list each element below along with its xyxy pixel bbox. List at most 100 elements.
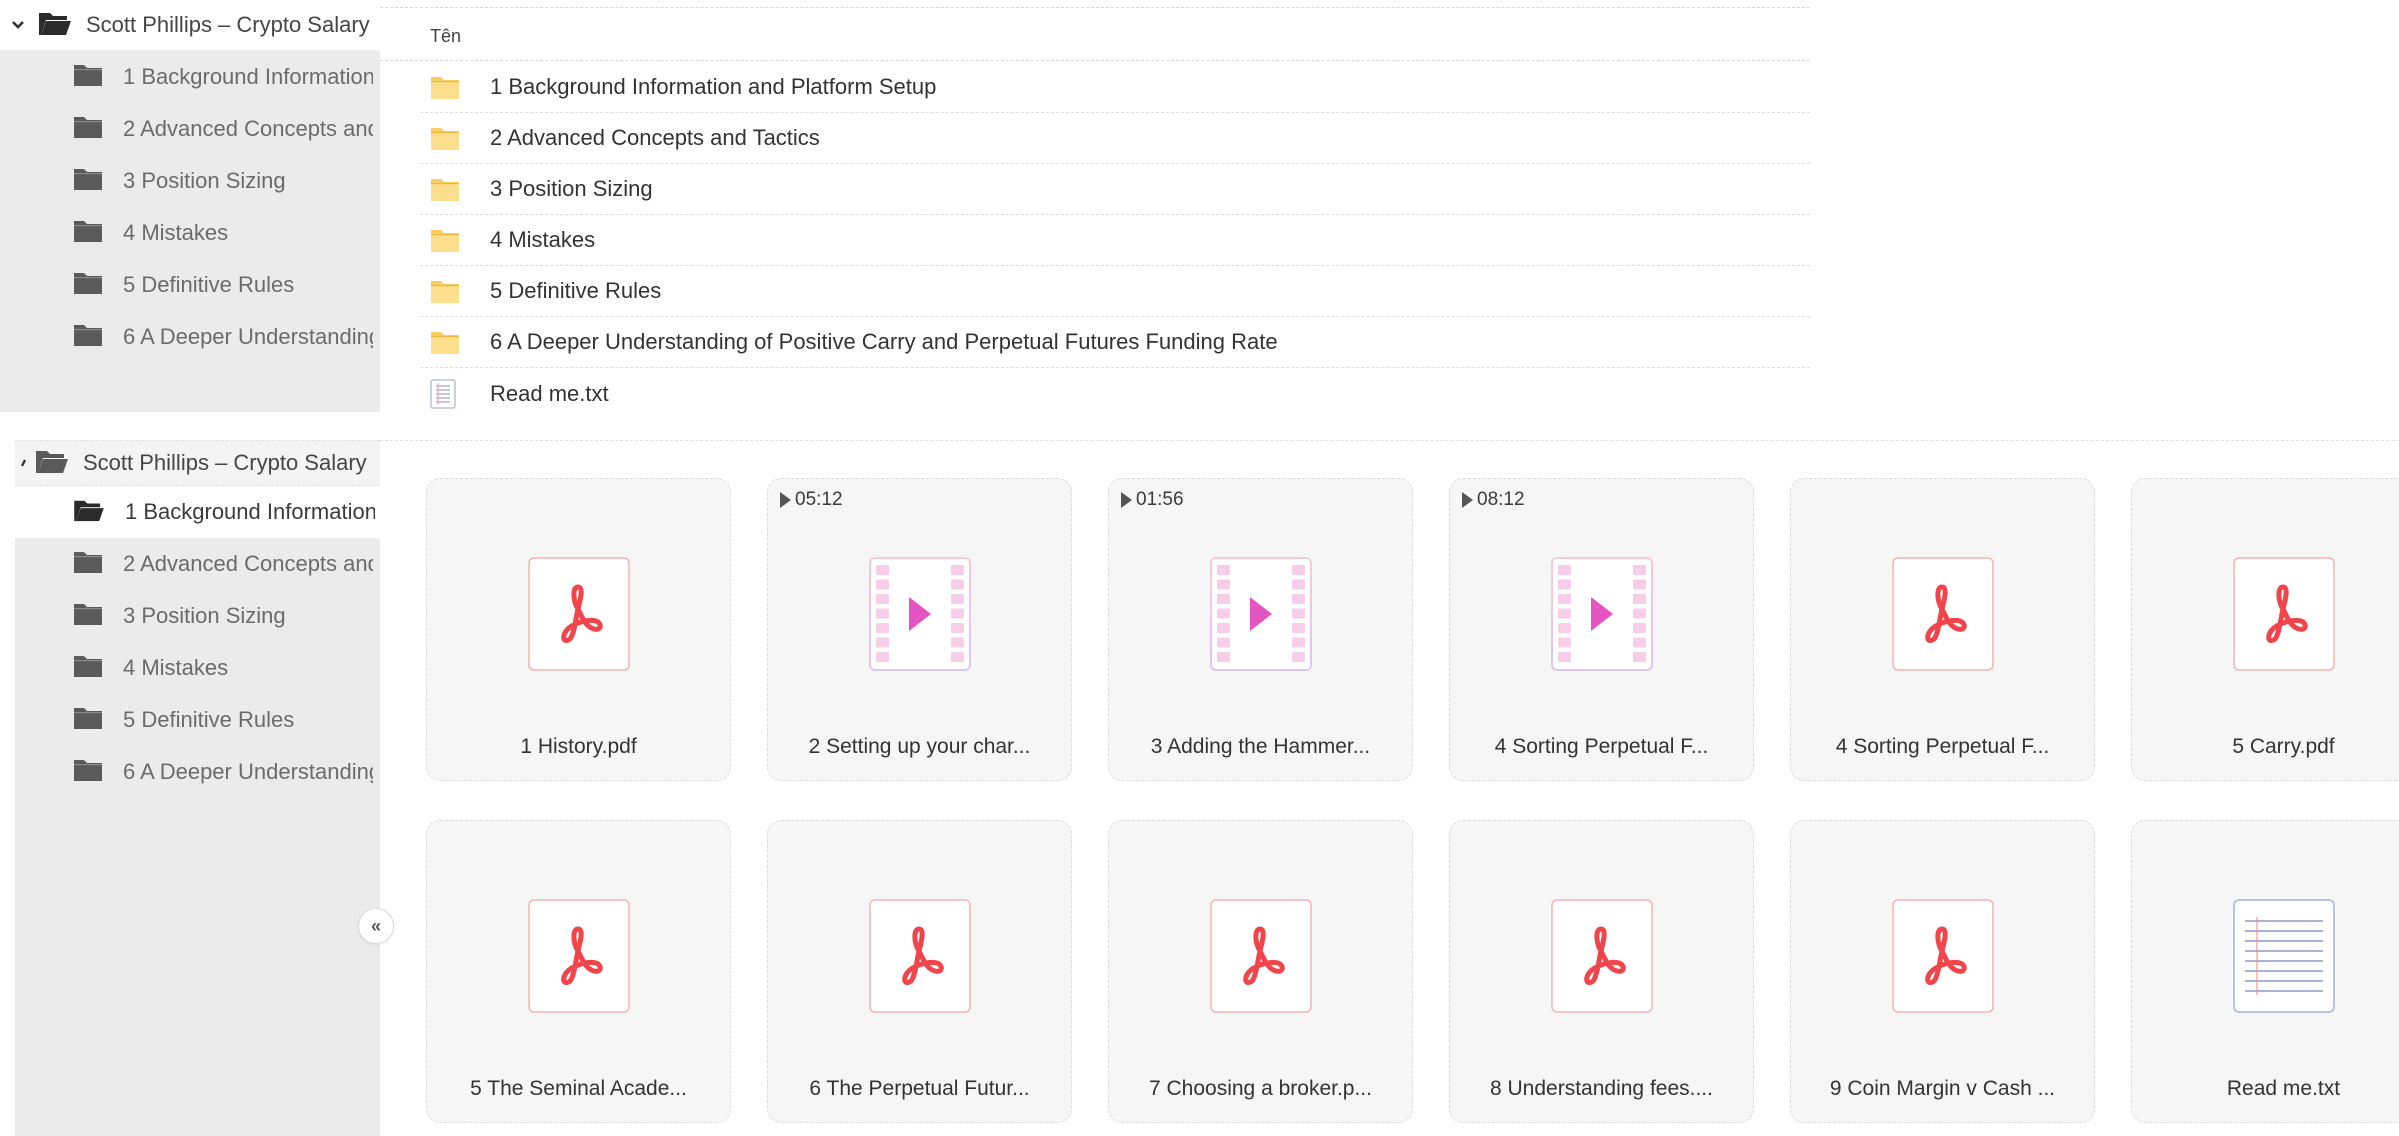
sidebar-folder-item[interactable]: 2 Advanced Concepts and Tactics — [15, 538, 380, 590]
list-row-folder[interactable]: 4 Mistakes — [420, 215, 1810, 266]
pdf-file-icon — [1209, 899, 1312, 1013]
file-tile-text[interactable]: Read me.txt — [2131, 820, 2399, 1123]
sidebar-folder-item[interactable]: 4 Mistakes — [15, 642, 380, 694]
file-tile-pdf[interactable]: 6 The Perpetual Futur... — [767, 820, 1072, 1123]
folder-icon — [73, 550, 103, 579]
sidebar-folder-label: 6 A Deeper Understanding of Positive Car… — [123, 324, 373, 349]
pdf-file-icon — [527, 899, 630, 1013]
folder-icon — [73, 323, 103, 352]
sidebar-folder-item[interactable]: 2 Advanced Concepts and Tactics — [0, 103, 380, 155]
column-header-name[interactable]: Tên — [380, 12, 1810, 61]
sidebar-folder-item[interactable]: 3 Position Sizing — [15, 590, 380, 642]
list-rows: 1 Background Information and Platform Se… — [420, 62, 1810, 419]
tree-root-label: Scott Phillips – Crypto Salary — [86, 12, 370, 37]
list-row-name: 2 Advanced Concepts and Tactics — [490, 125, 820, 150]
folder-icon — [420, 227, 490, 253]
file-tile-pdf[interactable]: 1 History.pdf — [426, 478, 731, 781]
file-tile-video[interactable]: 08:12 4 Sorting Perpetual F... — [1449, 478, 1754, 781]
file-tile-pdf[interactable]: 4 Sorting Perpetual F... — [1790, 478, 2095, 781]
sidebar-folder-item[interactable]: 1 Background Information and Platform Se… — [0, 51, 380, 103]
video-file-icon — [1209, 557, 1312, 671]
file-tile-video[interactable]: 05:12 2 Setting up your char... — [767, 478, 1072, 781]
list-row-folder[interactable]: 3 Position Sizing — [420, 164, 1810, 215]
list-row-name: Read me.txt — [490, 380, 609, 406]
file-tile-video[interactable]: 01:56 3 Adding the Hammer... — [1108, 478, 1413, 781]
chevron-down-icon[interactable] — [15, 458, 31, 468]
list-row-folder[interactable]: 1 Background Information and Platform Se… — [420, 62, 1810, 113]
sidebar-folder-item[interactable]: 3 Position Sizing — [0, 155, 380, 207]
folder-tree-bottom: Scott Phillips – Crypto Salary 1 Backgro… — [15, 440, 380, 1136]
video-file-icon — [1550, 557, 1653, 671]
pdf-file-icon — [1891, 557, 1994, 671]
video-duration: 05:12 — [780, 489, 843, 511]
duration-text: 01:56 — [1136, 489, 1184, 510]
list-row-folder[interactable]: 6 A Deeper Understanding of Positive Car… — [420, 317, 1810, 368]
pdf-file-icon — [2232, 557, 2335, 671]
file-tile-name: 3 Adding the Hammer... — [1150, 735, 1371, 758]
folder-icon — [420, 125, 490, 151]
sidebar-folder-item[interactable]: 5 Definitive Rules — [0, 259, 380, 311]
file-tile-name: 7 Choosing a broker.p... — [1149, 1077, 1372, 1100]
sidebar-folder-label: 1 Background Information and Platform Se… — [125, 499, 375, 524]
folder-open-icon — [35, 448, 69, 479]
folder-icon — [420, 329, 490, 355]
sidebar-folder-item[interactable]: 6 A Deeper Understanding of Positive Car… — [15, 746, 380, 798]
sidebar-folder-label: 4 Mistakes — [123, 655, 229, 680]
folder-icon — [420, 74, 490, 100]
list-row-folder[interactable]: 5 Definitive Rules — [420, 266, 1810, 317]
file-tile-name: 1 History.pdf — [520, 735, 637, 758]
file-tile-name: 5 Carry.pdf — [2232, 735, 2335, 758]
tree-root-item[interactable]: Scott Phillips – Crypto Salary — [15, 440, 380, 486]
sidebar-folder-label: 6 A Deeper Understanding of Positive Car… — [123, 759, 373, 784]
sidebar-folder-item[interactable]: 5 Definitive Rules — [15, 694, 380, 746]
panel-divider — [380, 440, 2399, 441]
sidebar-folder-label: 2 Advanced Concepts and Tactics — [123, 116, 373, 141]
sidebar-folder-item[interactable]: 6 A Deeper Understanding of Positive Car… — [0, 311, 380, 363]
sidebar-folder-label: 5 Definitive Rules — [123, 272, 295, 297]
divider — [380, 7, 1810, 8]
list-row-name: 5 Definitive Rules — [490, 278, 662, 303]
tree-children: 1 Background Information and Platform Se… — [15, 486, 380, 798]
sidebar-folder-item-selected[interactable]: 1 Background Information and Platform Se… — [15, 486, 380, 538]
sidebar-folder-label: 2 Advanced Concepts and Tactics — [123, 551, 373, 576]
file-tile-pdf[interactable]: 8 Understanding fees.... — [1449, 820, 1754, 1123]
file-tile-name: 8 Understanding fees.... — [1490, 1077, 1713, 1100]
file-tile-name: 9 Coin Margin v Cash ... — [1829, 1077, 2056, 1100]
file-tile-name: 4 Sorting Perpetual F... — [1494, 735, 1709, 758]
folder-icon — [73, 602, 103, 631]
folder-icon — [73, 63, 103, 92]
folder-icon — [73, 167, 103, 196]
list-row-name: 3 Position Sizing — [490, 176, 653, 201]
folder-icon — [73, 115, 103, 144]
file-tile-name: 4 Sorting Perpetual F... — [1835, 735, 2050, 758]
sidebar-folder-item[interactable]: 4 Mistakes — [0, 207, 380, 259]
tree-root-item[interactable]: Scott Phillips – Crypto Salary — [0, 0, 380, 50]
double-chevron-left-icon: « — [370, 915, 381, 936]
file-tile-name: 5 The Seminal Acade... — [470, 1077, 687, 1100]
sidebar-folder-label: 3 Position Sizing — [123, 603, 286, 628]
file-tile-pdf[interactable]: 7 Choosing a broker.p... — [1108, 820, 1413, 1123]
file-grid: 1 History.pdf 05:12 2 Setting up your cha… — [426, 478, 2399, 1136]
file-tile-pdf[interactable]: 5 The Seminal Acade... — [426, 820, 731, 1123]
pdf-file-icon — [1550, 899, 1653, 1013]
file-tile-name: 2 Setting up your char... — [808, 735, 1031, 758]
folder-icon — [73, 654, 103, 683]
video-duration: 01:56 — [1121, 489, 1184, 511]
text-file-icon — [2232, 899, 2335, 1013]
chevron-down-icon[interactable] — [4, 20, 32, 30]
list-row-name: 6 A Deeper Understanding of Positive Car… — [490, 329, 1278, 354]
file-tile-pdf[interactable]: 5 Carry.pdf — [2131, 478, 2399, 781]
column-header-label: Tên — [430, 25, 462, 46]
file-tile-pdf[interactable]: 9 Coin Margin v Cash ... — [1790, 820, 2095, 1123]
sidebar-folder-label: 1 Background Information and Platform Se… — [123, 64, 373, 89]
collapse-sidebar-button[interactable]: « — [358, 908, 394, 944]
duration-text: 05:12 — [795, 489, 843, 510]
list-row-file[interactable]: Read me.txt — [420, 368, 1810, 419]
tree-children: 1 Background Information and Platform Se… — [0, 51, 380, 363]
list-row-folder[interactable]: 2 Advanced Concepts and Tactics — [420, 113, 1810, 164]
folder-icon — [73, 758, 103, 787]
folder-icon — [420, 176, 490, 202]
file-list: Tên 1 Background Information and Platfor… — [380, 0, 1810, 440]
folder-open-icon — [73, 498, 105, 527]
sidebar-folder-label: 4 Mistakes — [123, 220, 229, 245]
